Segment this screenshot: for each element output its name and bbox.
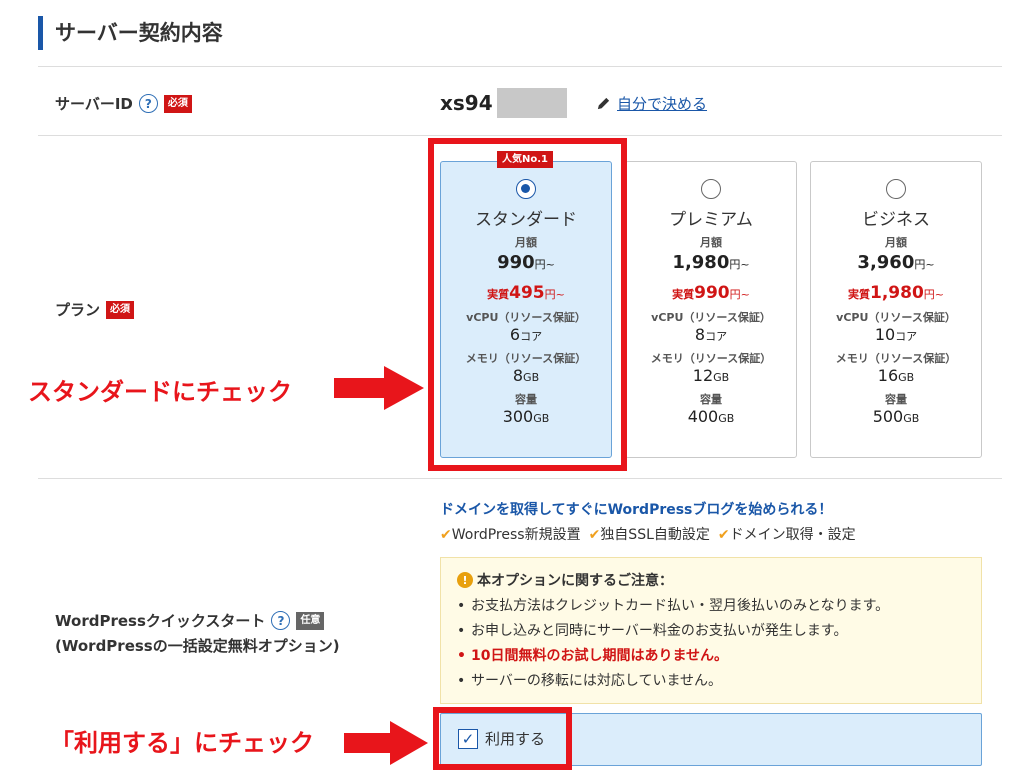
pencil-icon — [597, 97, 610, 110]
annotation-use: 「利用する」にチェック — [50, 729, 314, 757]
plan-name: プレミアム — [669, 210, 753, 230]
cpu-label: vCPU（リソース保証） — [466, 311, 586, 324]
plan-card-2[interactable]: ビジネス 月額 3,960円~ 実質1,980円~ vCPU（リソース保証） 1… — [810, 161, 982, 458]
wp-label: WordPressクイックスタート — [55, 612, 266, 630]
capacity-label: 容量 — [515, 393, 537, 406]
divider — [38, 66, 1002, 67]
plan-radio[interactable] — [516, 179, 536, 199]
divider — [38, 478, 1002, 479]
use-checkbox[interactable]: ✓ 利用する — [458, 728, 545, 749]
server-id-text: xs94 — [440, 91, 493, 115]
cpu-label: vCPU（リソース保証） — [651, 311, 771, 324]
cpu-value: 6コア — [509, 325, 543, 344]
monthly-label: 月額 — [885, 236, 907, 249]
plan-name: ビジネス — [862, 210, 930, 230]
section-title: サーバー契約内容 — [38, 16, 223, 50]
capacity-label: 容量 — [700, 393, 722, 406]
notice-title: ! 本オプションに関するご注意： — [457, 570, 965, 590]
use-checkbox-label[interactable]: 利用する — [485, 728, 545, 749]
help-icon[interactable]: ? — [271, 611, 291, 630]
server-id-label-row: サーバーID ? 必須 — [55, 93, 192, 114]
plan-label-row: プラン 必須 — [55, 299, 135, 320]
plan-real-price: 実質1,980円~ — [848, 283, 944, 303]
cpu-value: 10コア — [874, 325, 918, 344]
plan-real-price: 実質990円~ — [672, 283, 750, 303]
required-badge: 必須 — [106, 300, 135, 319]
list-item: サーバーの移転には対応していません。 — [457, 669, 965, 694]
check-icon: ✔ — [440, 527, 452, 543]
plan-radio[interactable] — [886, 179, 906, 199]
plan-price: 990円~ — [497, 252, 555, 273]
mem-label: メモリ（リソース保証） — [465, 352, 587, 365]
self-define-link-text[interactable]: 自分で決める — [617, 93, 707, 114]
masked-id — [496, 88, 567, 118]
checkbox-checked-icon[interactable]: ✓ — [458, 728, 478, 749]
list-item: お支払方法はクレジットカード払い・翌月後払いのみとなります。 — [457, 594, 965, 619]
wp-label-row: WordPressクイックスタート ? 任意 — [55, 610, 325, 631]
server-id-value: xs94 — [440, 88, 567, 118]
list-item: 10日間無料のお試し期間はありません。 — [457, 644, 965, 669]
self-define-link[interactable]: 自分で決める — [596, 93, 707, 114]
required-badge: 必須 — [163, 94, 192, 113]
mem-value: 16GB — [877, 366, 915, 385]
popular-badge: 人気No.1 — [497, 151, 553, 168]
feature-item: ✔独自SSL自動設定 — [588, 527, 710, 543]
feature-item: ✔WordPress新規設置 — [440, 527, 581, 543]
notice-list: お支払方法はクレジットカード払い・翌月後払いのみとなります。 お申し込みと同時に… — [457, 594, 965, 694]
wp-features: ✔WordPress新規設置 ✔独自SSL自動設定 ✔ドメイン取得・設定 — [440, 524, 856, 544]
mem-value: 8GB — [512, 366, 540, 385]
plan-label: プラン — [55, 301, 101, 319]
check-icon: ✔ — [717, 527, 730, 543]
mem-value: 12GB — [692, 366, 730, 385]
wp-promo-text: ドメインを取得してすぐにWordPressブログを始められる！ — [440, 502, 833, 518]
plan-name: スタンダード — [475, 210, 577, 230]
warning-icon: ! — [457, 572, 473, 588]
capacity-value: 300GB — [502, 407, 550, 426]
plan-price: 3,960円~ — [857, 252, 935, 273]
cpu-value: 8コア — [694, 325, 728, 344]
cpu-label: vCPU（リソース保証） — [836, 311, 956, 324]
monthly-label: 月額 — [515, 236, 537, 249]
capacity-label: 容量 — [885, 393, 907, 406]
plan-card-0[interactable]: スタンダード 月額 990円~ 実質495円~ vCPU（リソース保証） 6コア… — [440, 161, 612, 458]
feature-item: ✔ドメイン取得・設定 — [717, 527, 856, 543]
arrow-icon — [344, 721, 428, 765]
check-icon: ✔ — [588, 527, 601, 543]
plan-card-1[interactable]: プレミアム 月額 1,980円~ 実質990円~ vCPU（リソース保証） 8コ… — [625, 161, 797, 458]
mem-label: メモリ（リソース保証） — [650, 352, 772, 365]
help-icon[interactable]: ? — [138, 94, 158, 113]
wp-notice-box: ! 本オプションに関するご注意： お支払方法はクレジットカード払い・翌月後払いの… — [440, 557, 982, 704]
list-item: お申し込みと同時にサーバー料金のお支払いが発生します。 — [457, 619, 965, 644]
optional-badge: 任意 — [296, 611, 325, 630]
divider — [38, 135, 1002, 136]
capacity-value: 500GB — [872, 407, 920, 426]
annotation-standard: スタンダードにチェック — [28, 378, 292, 406]
plan-real-price: 実質495円~ — [487, 283, 565, 303]
plan-radio[interactable] — [701, 179, 721, 199]
mem-label: メモリ（リソース保証） — [835, 352, 957, 365]
plan-price: 1,980円~ — [672, 252, 750, 273]
wp-sublabel: (WordPressの一括設定無料オプション) — [55, 637, 340, 655]
capacity-value: 400GB — [687, 407, 735, 426]
monthly-label: 月額 — [700, 236, 722, 249]
server-id-label: サーバーID — [55, 95, 133, 113]
arrow-icon — [334, 366, 424, 410]
